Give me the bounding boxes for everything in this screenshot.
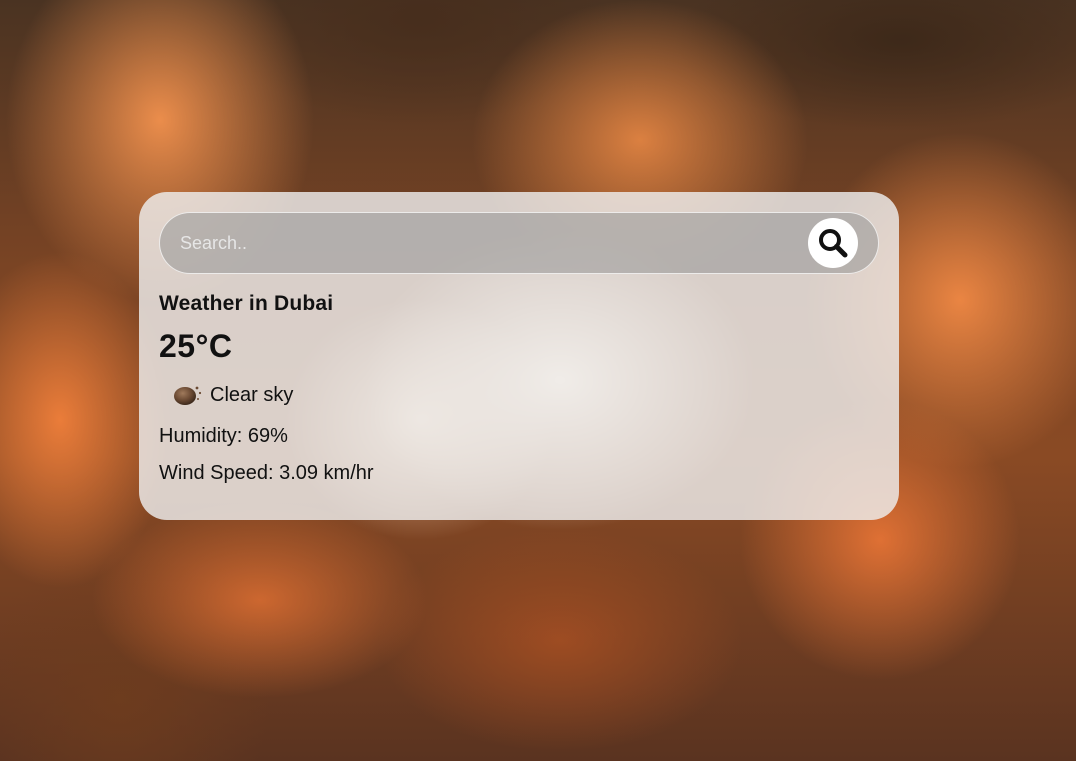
clear-sky-icon — [174, 386, 202, 405]
humidity: Humidity: 69% — [159, 425, 288, 447]
search-icon — [819, 229, 848, 258]
temperature: 25°C — [159, 328, 233, 364]
city-heading: Weather in Dubai — [159, 292, 334, 315]
search-bar — [159, 212, 879, 274]
weather-description: Clear sky — [210, 383, 294, 406]
wind-speed: Wind Speed: 3.09 km/hr — [159, 462, 374, 484]
weather-description-row: Clear sky — [159, 375, 879, 415]
weather-card: Weather in Dubai 25°C Clear sky Humidity… — [139, 192, 899, 520]
search-input[interactable] — [178, 231, 808, 255]
search-button[interactable] — [808, 218, 858, 268]
